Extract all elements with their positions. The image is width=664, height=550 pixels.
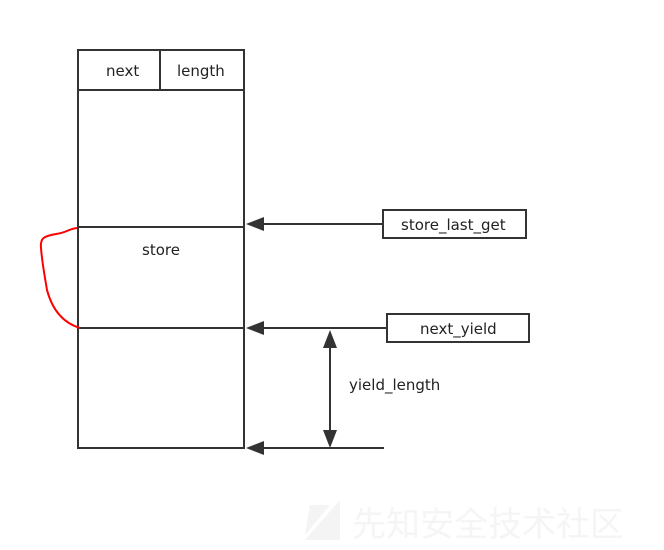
memory-layout-diagram: 先知安全技术社区 next length store store_last_ge… xyxy=(39,49,624,545)
arrowhead-icon xyxy=(246,321,264,335)
yield-length-label: yield_length xyxy=(349,376,440,395)
arrowhead-icon xyxy=(323,430,337,448)
arrowhead-icon xyxy=(246,441,264,455)
header-next-label: next xyxy=(106,62,139,80)
arrowhead-icon xyxy=(246,217,264,231)
watermark: 先知安全技术社区 xyxy=(305,500,624,545)
header-length-label: length xyxy=(177,62,225,80)
watermark-text: 先知安全技术社区 xyxy=(352,505,624,545)
store-label: store xyxy=(142,241,180,259)
store-last-get-label: store_last_get xyxy=(401,216,506,235)
highlight-bracket xyxy=(39,227,81,329)
next-yield-label: next_yield xyxy=(420,320,497,339)
arrowhead-icon xyxy=(323,330,337,348)
arrowheads xyxy=(246,217,337,455)
